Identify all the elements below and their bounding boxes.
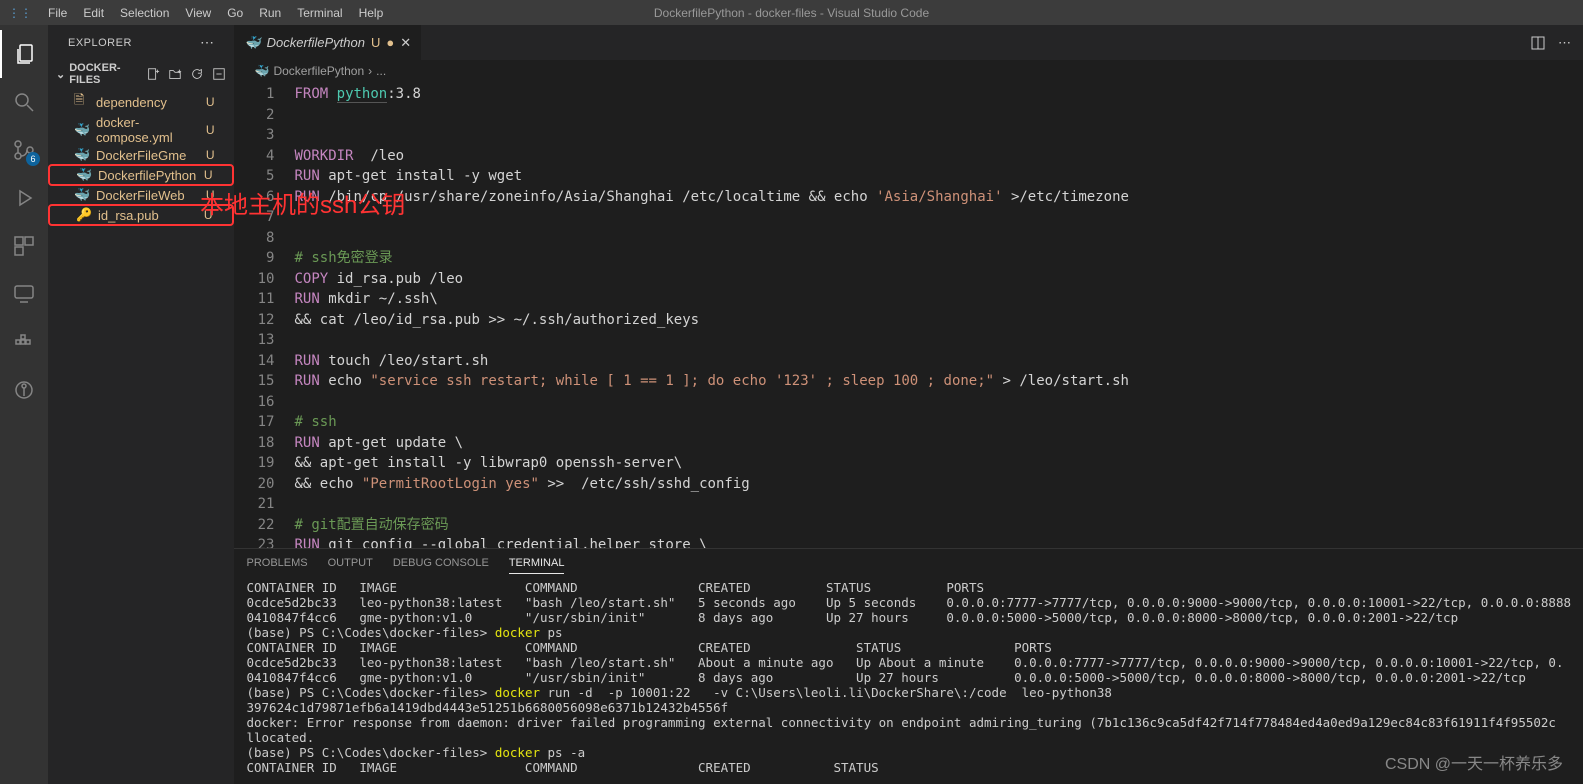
file-item-DockerFileGme[interactable]: 🐳 DockerFileGme U [48,146,234,164]
section-title: DOCKER-FILES [69,62,146,86]
activity-search[interactable] [0,78,48,126]
new-folder-icon[interactable] [168,67,182,81]
sidebar: EXPLORER ⋯ ⌄ DOCKER-FILES 🗎 dependency U 🐳 d… [48,25,234,784]
panel: PROBLEMS OUTPUT DEBUG CONSOLE TERMINAL C… [234,548,1583,784]
more-icon[interactable]: ⋯ [1558,35,1571,51]
file-status: U [206,95,215,109]
new-file-icon[interactable] [146,67,160,81]
activity-remote[interactable] [0,270,48,318]
file-name: DockerfilePython [98,168,196,183]
docker-file-icon: 🐳 [244,35,260,51]
code-content[interactable]: FROM python:3.8 WORKDIR /leoRUN apt-get … [294,82,1583,548]
gitlens-icon [12,378,36,402]
file-icon: 🗎 [74,91,90,113]
menu-edit[interactable]: Edit [75,6,112,20]
menu-terminal[interactable]: Terminal [289,6,350,20]
file-name: id_rsa.pub [98,208,159,223]
app-icon: ⋮⋮ [8,6,32,20]
menu-run[interactable]: Run [251,6,289,20]
panel-tab-debug[interactable]: DEBUG CONSOLE [393,553,489,574]
annotation-text: 本地主机的ssh公钥 [200,185,405,220]
sidebar-title: EXPLORER [68,37,132,49]
menubar: ⋮⋮ File Edit Selection View Go Run Termi… [0,0,1583,25]
section-header[interactable]: ⌄ DOCKER-FILES [48,60,234,88]
split-icon[interactable] [1530,35,1546,51]
breadcrumb[interactable]: 🐳 DockerfilePython › ... [234,60,1583,82]
menu-help[interactable]: Help [351,6,392,20]
docker-file-icon: 🐳 [74,187,90,203]
gutter: 1234567891011121314151617181920212223 [234,82,294,548]
close-icon[interactable]: ✕ [400,35,411,51]
remote-icon [12,282,36,306]
activity-bar: 6 [0,25,48,784]
files-icon [13,42,37,66]
editor[interactable]: 1234567891011121314151617181920212223 FR… [234,82,1583,548]
panel-tab-terminal[interactable]: TERMINAL [509,553,565,574]
docker-file-icon: 🐳 [74,147,90,163]
tab-dirty-icon: ● [386,35,394,50]
tab-status: U [371,35,380,50]
collapse-icon[interactable] [212,67,226,81]
sidebar-header: EXPLORER ⋯ [48,25,234,60]
docker-file-icon: 🐳 [74,122,90,138]
activity-git[interactable] [0,366,48,414]
menu-file[interactable]: File [40,6,75,20]
sidebar-actions[interactable]: ⋯ [200,34,215,51]
refresh-icon[interactable] [190,67,204,81]
tab-dockerfile-python[interactable]: 🐳 DockerfilePython U ● ✕ [234,25,422,60]
debug-icon [12,186,36,210]
activity-docker[interactable] [0,318,48,366]
tabs: 🐳 DockerfilePython U ● ✕ ⋯ [234,25,1583,60]
editor-area: 🐳 DockerfilePython U ● ✕ ⋯ 🐳 DockerfileP… [234,25,1583,784]
activity-scm[interactable]: 6 [0,126,48,174]
panel-tabs: PROBLEMS OUTPUT DEBUG CONSOLE TERMINAL [234,549,1583,574]
minimap[interactable] [1469,82,1569,548]
breadcrumb-item[interactable]: DockerfilePython [273,64,364,78]
tab-label: DockerfilePython [267,35,365,50]
file-item-dependency[interactable]: 🗎 dependency U [48,90,234,114]
key-icon: 🔑 [76,207,92,223]
activity-explorer[interactable] [0,30,48,78]
panel-tab-output[interactable]: OUTPUT [328,553,373,574]
file-name: dependency [96,95,167,110]
file-status: U [206,123,215,137]
panel-tab-problems[interactable]: PROBLEMS [246,553,307,574]
file-name: DockerFileWeb [96,188,185,203]
file-name: docker-compose.yml [96,115,206,145]
menu-go[interactable]: Go [219,6,251,20]
file-item-docker-compose.yml[interactable]: 🐳 docker-compose.ymlU [48,114,234,146]
menu-selection[interactable]: Selection [112,6,177,20]
activity-extensions[interactable] [0,222,48,270]
menu-view[interactable]: View [177,6,219,20]
file-name: DockerFileGme [96,148,186,163]
file-status: U [206,148,215,162]
activity-run[interactable] [0,174,48,222]
scm-badge: 6 [26,152,40,166]
chevron-down-icon: ⌄ [56,68,65,81]
search-icon [12,90,36,114]
docker-icon [12,330,36,354]
file-status: U [204,168,213,182]
watermark: CSDN @一天一杯养乐多 [1385,750,1563,774]
breadcrumb-item[interactable]: ... [376,64,386,78]
docker-file-icon: 🐳 [254,64,269,78]
terminal[interactable]: CONTAINER ID IMAGE COMMAND CREATED STATU… [234,574,1583,784]
extensions-icon [12,234,36,258]
file-item-DockerfilePython[interactable]: 🐳 DockerfilePython U [48,164,234,186]
window-title: DockerfilePython - docker-files - Visual… [654,6,929,20]
docker-file-icon: 🐳 [76,167,92,183]
